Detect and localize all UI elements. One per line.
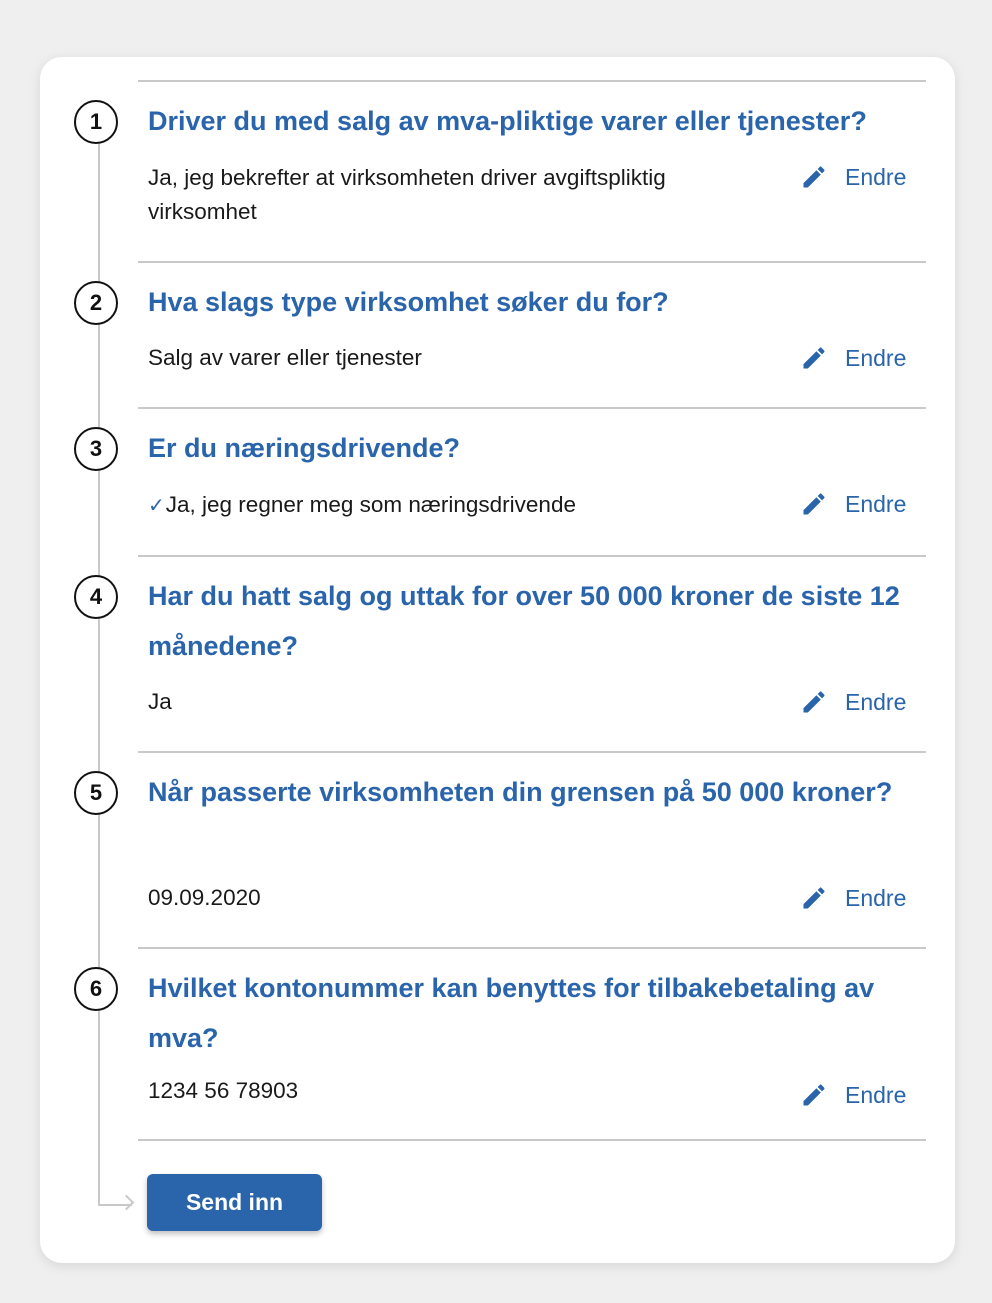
step-4-edit-button[interactable]: Endre	[800, 685, 906, 719]
step-1-edit-button[interactable]: Endre	[800, 160, 906, 194]
step-6-answer: 1234 56 78903	[148, 1078, 299, 1103]
step-3-answer: ✓Ja, jeg regner meg som næringsdrivende	[148, 488, 768, 523]
step-number-2: 2	[74, 281, 118, 325]
pencil-icon	[803, 493, 825, 515]
step-number-5: 5	[74, 771, 118, 815]
divider	[138, 751, 926, 753]
edit-label: Endre	[845, 163, 907, 190]
edit-label: Endre	[845, 688, 907, 715]
edit-label: Endre	[845, 1081, 907, 1108]
pencil-icon	[803, 347, 825, 369]
step-number-3: 3	[74, 427, 118, 471]
divider	[138, 1139, 926, 1141]
pencil-icon	[803, 1084, 825, 1106]
step-number-1: 1	[74, 100, 118, 144]
divider	[138, 80, 926, 82]
step-2-question: Hva slags type virksomhet søker du for?	[148, 287, 669, 317]
divider	[138, 261, 926, 263]
divider	[138, 407, 926, 409]
step-3-answer-text: Ja, jeg regner meg som næringsdrivende	[165, 492, 576, 517]
step-number-4: 4	[74, 575, 118, 619]
step-6-question: Hvilket kontonummer kan benyttes for til…	[148, 973, 875, 1053]
edit-label: Endre	[845, 490, 907, 517]
step-number-6: 6	[74, 967, 118, 1011]
step-6-edit-button[interactable]: Endre	[800, 1078, 906, 1112]
submit-button[interactable]: Send inn	[147, 1174, 322, 1231]
step-5-answer: 09.09.2020	[148, 885, 261, 910]
pencil-icon	[803, 166, 825, 188]
step-4-answer: Ja	[148, 689, 172, 714]
checkmark-icon: ✓	[148, 495, 165, 517]
step-3-edit-button[interactable]: Endre	[800, 487, 906, 521]
divider	[138, 555, 926, 557]
step-2-edit-button[interactable]: Endre	[800, 341, 906, 375]
step-1-question: Driver du med salg av mva-pliktige varer…	[148, 106, 867, 136]
edit-label: Endre	[845, 884, 907, 911]
edit-label: Endre	[845, 344, 907, 371]
pencil-icon	[803, 887, 825, 909]
step-4-question: Har du hatt salg og uttak for over 50 00…	[148, 581, 900, 661]
divider	[138, 947, 926, 949]
step-5-edit-button[interactable]: Endre	[800, 881, 906, 915]
step-1-answer: Ja, jeg bekrefter at virksomheten driver…	[148, 165, 666, 224]
step-2-answer: Salg av varer eller tjenester	[148, 345, 422, 370]
step-5-question: Når passerte virksomheten din grensen på…	[148, 777, 893, 807]
pencil-icon	[803, 691, 825, 713]
step-3-question: Er du næringsdrivende?	[148, 433, 461, 463]
